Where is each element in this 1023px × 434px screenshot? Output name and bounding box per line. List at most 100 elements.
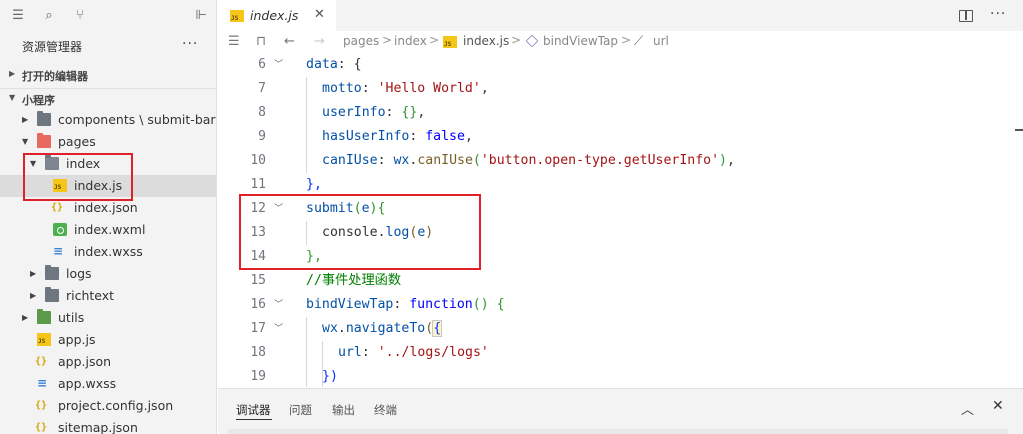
wxml-file-icon	[53, 223, 67, 236]
chevron-right-icon: ▶	[9, 69, 16, 78]
wxss-file-icon: ≡	[37, 376, 48, 390]
chevron-up-icon[interactable]: ︿	[961, 399, 974, 418]
chevron-right-icon: ▶	[22, 115, 29, 124]
line-number: 12	[250, 201, 266, 216]
line-number: 7	[258, 81, 266, 96]
back-arrow-icon[interactable]: ←	[284, 34, 295, 49]
search-icon[interactable]: ⌕	[41, 8, 57, 24]
code-line-10: canIUse: wx.canIUse('button.open-type.ge…	[322, 153, 735, 168]
breadcrumb: ☰ ⊓ ← → pages > index > JS index.js > bi…	[218, 31, 1023, 53]
code-line-17: wx.navigateTo({	[322, 320, 443, 337]
tree-item-index-wxss[interactable]: ≡ index.wxss	[0, 241, 216, 263]
folder-icon	[37, 133, 51, 148]
chevron-down-icon[interactable]: ﹀	[274, 293, 286, 317]
chevron-right-icon: ▶	[30, 269, 37, 278]
tab-problems[interactable]: 问题	[289, 402, 312, 418]
json-file-icon: {}	[35, 356, 48, 367]
line-number: 19	[250, 369, 266, 384]
section-open-editors[interactable]: ▶ 打开的编辑器	[0, 64, 216, 86]
property-icon: ⟋	[634, 34, 644, 49]
section-project[interactable]: ▼ 小程序	[0, 88, 216, 110]
tree-item-index-wxml[interactable]: index.wxml	[0, 219, 216, 241]
branch-icon[interactable]: ⑂	[72, 8, 88, 24]
code-line-11: },	[306, 177, 322, 192]
tab-index-js[interactable]: JS index.js ✕	[218, 0, 336, 31]
js-file-icon: JS	[53, 179, 67, 192]
code-line-13: console.log(e)	[322, 225, 434, 240]
tree-item-app-json[interactable]: {} app.json	[0, 351, 216, 373]
tree-item-components[interactable]: ▶ components \ submit-bar	[0, 109, 216, 131]
chevron-down-icon: ▼	[9, 93, 16, 102]
line-number: 10	[250, 153, 266, 168]
editor-tabbar: JS index.js ✕ ···	[218, 0, 1023, 31]
wxss-file-icon: ≡	[53, 244, 64, 258]
tree-item-utils[interactable]: ▶ utils	[0, 307, 216, 329]
tree-item-index-folder[interactable]: ▼ index	[0, 153, 216, 175]
code-line-19: })	[322, 369, 338, 384]
tree-item-project-config[interactable]: {} project.config.json	[0, 395, 216, 417]
chevron-right-icon: ▶	[30, 291, 37, 300]
breadcrumb-pages[interactable]: pages	[343, 34, 379, 48]
breadcrumb-index[interactable]: index	[394, 34, 427, 48]
split-editor-icon[interactable]	[959, 10, 973, 22]
js-file-icon: JS	[37, 333, 51, 346]
line-number: 18	[250, 345, 266, 360]
explorer-more-button[interactable]: ···	[182, 36, 198, 52]
chevron-down-icon: ▼	[22, 137, 29, 146]
bottom-panel: 调试器 问题 输出 终端 ︿ ✕	[218, 388, 1023, 434]
chevron-right-icon: ▶	[22, 313, 29, 322]
code-line-7: motto: 'Hello World',	[322, 81, 489, 96]
js-file-icon: JS	[230, 10, 244, 22]
bookmark-icon[interactable]: ⊓	[256, 34, 266, 49]
chevron-down-icon[interactable]: ﹀	[274, 197, 286, 221]
collapse-panel-icon[interactable]: ⊩	[193, 8, 209, 24]
chevron-down-icon: ▼	[30, 159, 37, 168]
tree-item-logs[interactable]: ▶ logs	[0, 263, 216, 285]
tree-item-index-json[interactable]: {} index.json	[0, 197, 216, 219]
line-number: 14	[250, 249, 266, 264]
method-icon	[525, 34, 539, 48]
chevron-down-icon[interactable]: ﹀	[274, 317, 286, 341]
list-icon[interactable]: ☰	[228, 34, 240, 49]
tree-item-sitemap[interactable]: {} sitemap.json	[0, 417, 216, 434]
js-file-icon: JS	[443, 36, 457, 48]
line-number: 9	[258, 129, 266, 144]
indent-guide	[306, 221, 307, 245]
explorer-sidebar: ☰ ⌕ ⑂ ⊩ 资源管理器 ··· ▶ 打开的编辑器 ▼ 小程序 ▶ compo…	[0, 0, 217, 434]
code-line-16: bindViewTap: function() {	[306, 297, 505, 312]
line-number: 17	[250, 321, 266, 336]
line-number: 8	[258, 105, 266, 120]
code-line-12: submit(e){	[306, 201, 386, 216]
active-tab-indicator	[236, 419, 272, 420]
scrollbar-marker[interactable]	[1015, 129, 1023, 131]
list-icon[interactable]: ☰	[10, 8, 26, 24]
tree-item-richtext[interactable]: ▶ richtext	[0, 285, 216, 307]
close-icon[interactable]: ✕	[314, 7, 325, 22]
breadcrumb-index-js[interactable]: index.js	[463, 34, 509, 48]
folder-icon	[45, 287, 59, 302]
forward-arrow-icon[interactable]: →	[314, 34, 325, 49]
line-number: 13	[250, 225, 266, 240]
tree-item-pages[interactable]: ▼ pages	[0, 131, 216, 153]
close-icon[interactable]: ✕	[992, 398, 1004, 414]
breadcrumb-bindviewtap[interactable]: bindViewTap	[543, 34, 618, 48]
folder-icon	[37, 111, 51, 126]
folder-icon	[45, 265, 59, 280]
line-number: 11	[250, 177, 266, 192]
code-line-15: //事件处理函数	[306, 273, 402, 288]
tab-output[interactable]: 输出	[332, 402, 355, 418]
breadcrumb-url[interactable]: url	[653, 34, 669, 48]
code-editor[interactable]: 6 ﹀ 7 8 9 10 11 12 ﹀ 13 14 15 16 ﹀ 17 ﹀ …	[218, 53, 1023, 387]
tree-item-index-js[interactable]: JS index.js	[0, 175, 216, 197]
tree-item-app-wxss[interactable]: ≡ app.wxss	[0, 373, 216, 395]
code-line-9: hasUserInfo: false,	[322, 129, 473, 144]
tree-item-app-js[interactable]: JS app.js	[0, 329, 216, 351]
chevron-down-icon[interactable]: ﹀	[274, 53, 286, 77]
indent-guide	[306, 317, 307, 387]
json-file-icon: {}	[51, 202, 64, 213]
more-actions-button[interactable]: ···	[990, 6, 1006, 22]
code-line-8: userInfo: {},	[322, 105, 426, 120]
tab-debugger[interactable]: 调试器	[236, 402, 271, 418]
tab-terminal[interactable]: 终端	[374, 402, 397, 418]
panel-content-strip	[228, 429, 1008, 434]
